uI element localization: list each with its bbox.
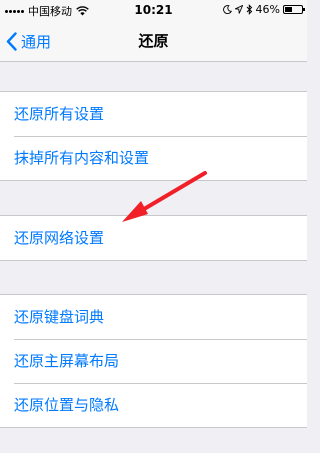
red-arrow-annotation-icon bbox=[122, 171, 207, 222]
